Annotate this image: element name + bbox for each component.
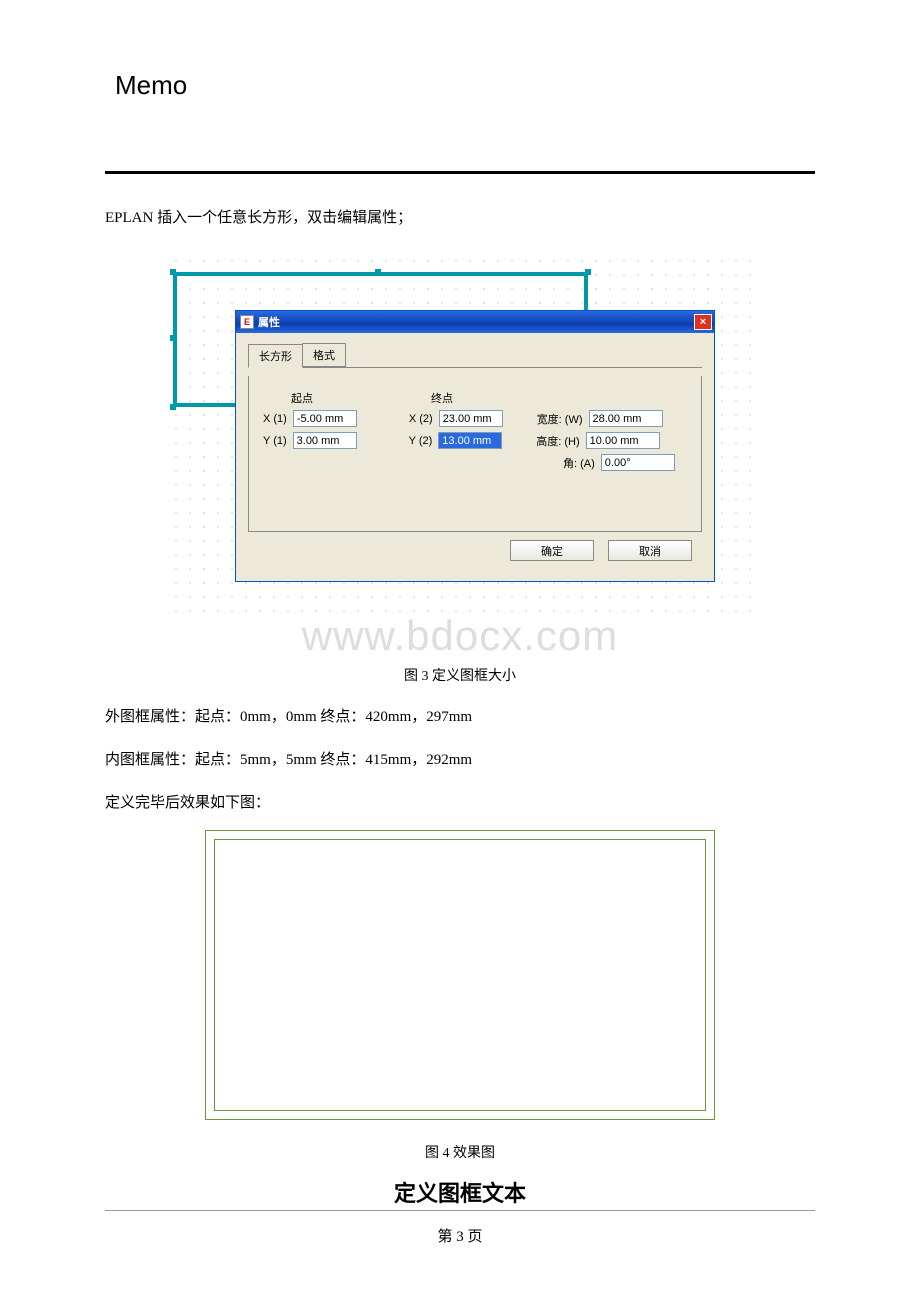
para-inner-frame: 内图框属性：起点：5mm，5mm 终点：415mm，292mm [105, 744, 815, 777]
section-title: 定义图框文本 [105, 1176, 815, 1208]
memo-header: Memo [115, 70, 815, 101]
height-input[interactable] [586, 432, 660, 449]
ok-button[interactable]: 确定 [510, 540, 594, 561]
width-label: 宽度: (W) [537, 411, 583, 427]
tab-strip: 长方形 格式 [248, 343, 702, 368]
close-icon[interactable]: × [694, 314, 712, 330]
y2-input[interactable] [438, 432, 502, 449]
para-outer-frame: 外图框属性：起点：0mm，0mm 终点：420mm，297mm [105, 701, 815, 734]
handle-mid-left [170, 335, 176, 341]
para-result: 定义完毕后效果如下图： [105, 787, 815, 820]
y1-input[interactable] [293, 432, 357, 449]
figure-4-caption: 图 4 效果图 [105, 1142, 815, 1162]
col-start-label: 起点 [263, 390, 413, 406]
x1-label: X (1) [263, 413, 287, 425]
figure-3-caption: 图 3 定义图框大小 [105, 665, 815, 685]
angle-label: 角: (A) [563, 455, 595, 471]
handle-bottom-left [170, 404, 176, 410]
handle-top-right [585, 269, 591, 275]
figure-4 [205, 830, 715, 1120]
form-area: 起点 终点 X (1) X (2) 宽度: (W) [248, 376, 702, 532]
app-icon: E [240, 315, 254, 329]
section-divider [105, 1210, 815, 1211]
figure-3: E 属性 × 长方形 格式 起点 终点 X (1) [165, 250, 755, 620]
x2-input[interactable] [439, 410, 503, 427]
height-label: 高度: (H) [536, 433, 579, 449]
tab-rectangle[interactable]: 长方形 [248, 344, 303, 368]
intro-text: EPLAN 插入一个任意长方形，双击编辑属性； [105, 202, 815, 235]
handle-top-mid [375, 269, 381, 275]
cancel-button[interactable]: 取消 [608, 540, 692, 561]
y1-label: Y (1) [263, 435, 287, 447]
angle-input[interactable] [601, 454, 675, 471]
header-divider [105, 171, 815, 174]
dialog-titlebar[interactable]: E 属性 × [236, 311, 714, 333]
x2-label: X (2) [409, 413, 433, 425]
width-input[interactable] [589, 410, 663, 427]
properties-dialog: E 属性 × 长方形 格式 起点 终点 X (1) [235, 310, 715, 582]
col-end-label: 终点 [413, 390, 553, 406]
y2-label: Y (2) [409, 435, 433, 447]
page-number: 第 3 页 [105, 1225, 815, 1246]
x1-input[interactable] [293, 410, 357, 427]
figure-4-inner [214, 839, 706, 1111]
handle-top-left [170, 269, 176, 275]
tab-format[interactable]: 格式 [302, 343, 346, 367]
dialog-title: 属性 [258, 314, 694, 330]
